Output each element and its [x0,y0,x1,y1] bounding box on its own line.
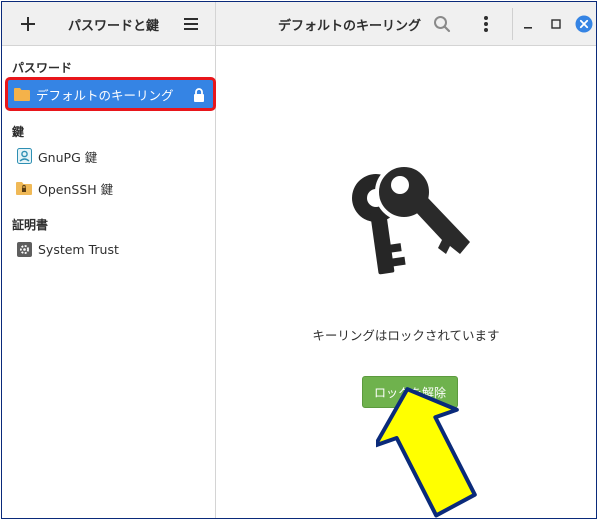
keys-icon [352,163,470,275]
maximize-icon [551,19,561,29]
sidebar-title: パスワードと鍵 [68,19,160,34]
search-icon [434,16,451,33]
gnupg-key-icon [16,148,32,164]
lock-icon [193,87,205,106]
sidebar-item-label: System Trust [38,241,119,257]
ssh-folder-icon [16,180,32,196]
app-window: パスワードと鍵 デフォルトのキーリング パスワード デフォルトのキーリング 鍵 … [1,1,597,519]
add-button[interactable] [14,10,42,38]
main-content: キーリングはロックされています ロックを解除 [216,46,596,518]
sidebar-item-default-keyring[interactable]: デフォルトのキーリング [5,77,216,111]
sidebar-item-system-trust[interactable]: System Trust [10,235,212,263]
maximize-button[interactable] [542,10,570,38]
sidebar-item-label: デフォルトのキーリング [36,87,174,103]
page-title: デフォルトのキーリング [278,19,422,34]
header-bar: パスワードと鍵 デフォルトのキーリング [2,2,596,46]
hamburger-menu-icon [184,18,198,30]
section-certificates-label: 証明書 [12,218,49,232]
search-button[interactable] [428,10,456,38]
close-button[interactable] [570,10,596,38]
folder-icon [14,86,30,102]
sidebar-header: パスワードと鍵 [2,2,216,45]
locked-status-text: キーリングはロックされています [312,328,500,343]
gear-icon [16,241,32,257]
sidebar-item-label: GnuPG 鍵 [38,149,98,165]
main-menu-button[interactable] [177,10,205,38]
header-separator [512,8,513,40]
close-icon [575,15,593,33]
sidebar: パスワード デフォルトのキーリング 鍵 GnuPG 鍵 OpenSSH 鍵 証明… [2,46,216,518]
kebab-menu-icon [484,16,488,32]
plus-icon [21,17,35,31]
section-passwords-label: パスワード [12,61,73,75]
sidebar-item-openssh[interactable]: OpenSSH 鍵 [10,174,212,202]
minimize-icon [524,27,532,29]
more-options-button[interactable] [472,10,500,38]
minimize-button[interactable] [514,10,542,38]
section-keys-label: 鍵 [12,125,25,139]
sidebar-item-label: OpenSSH 鍵 [38,181,114,197]
pointer-arrow-annotation [376,387,477,518]
sidebar-item-gnupg[interactable]: GnuPG 鍵 [10,142,212,170]
